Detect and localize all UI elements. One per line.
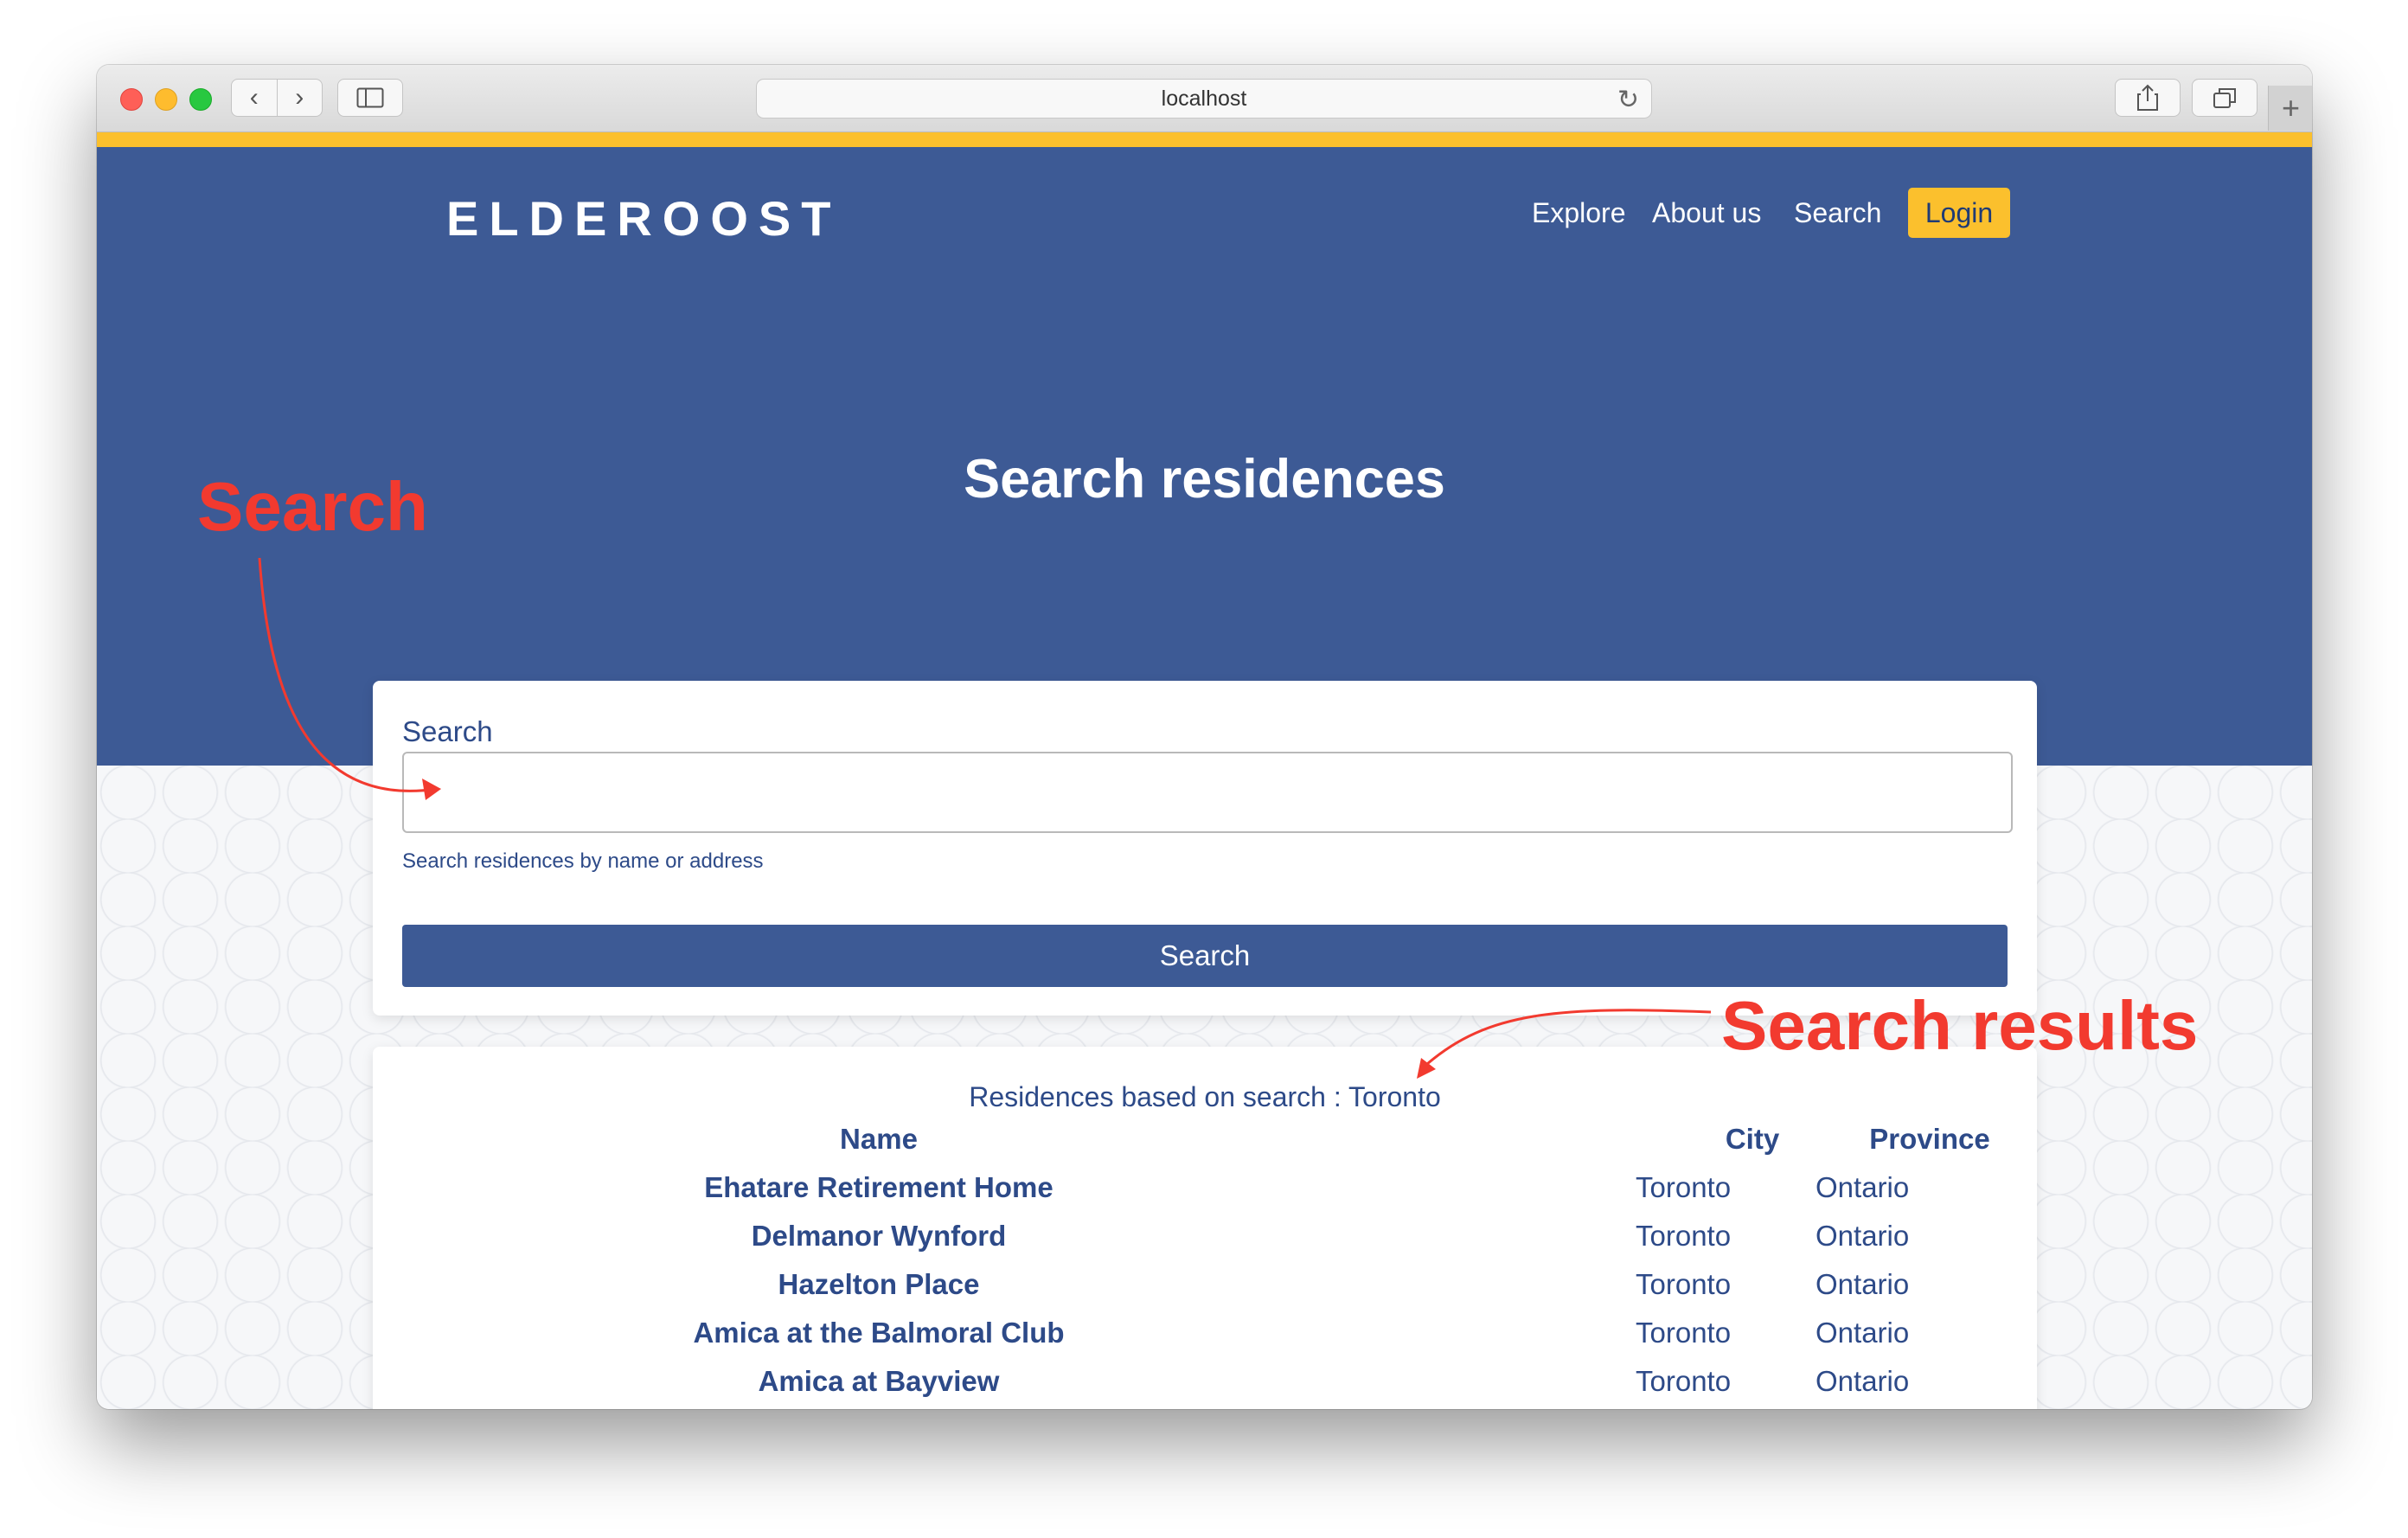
chevron-right-icon[interactable]: › xyxy=(278,80,323,116)
chevron-left-icon[interactable]: ‹ xyxy=(232,80,278,116)
web-page: ELDEROOST Explore About us Search Login … xyxy=(97,132,2312,1409)
accent-strip xyxy=(97,132,2312,147)
residence-name-link[interactable]: Amica at Bayview xyxy=(602,1365,1156,1398)
residence-city: Toronto xyxy=(1636,1268,1732,1300)
plus-icon[interactable]: + xyxy=(2268,86,2312,131)
hero-banner: ELDEROOST Explore About us Search Login … xyxy=(97,147,2312,766)
nav-search-link[interactable]: Search xyxy=(1794,197,1881,229)
residence-city: Toronto xyxy=(1636,1171,1732,1203)
sidebar-icon xyxy=(356,87,384,108)
search-card: Search Search residences by name or addr… xyxy=(373,681,2037,1016)
annotation-search: Search xyxy=(197,468,428,545)
residence-city: Toronto xyxy=(1636,1365,1732,1397)
browser-toolbar: ‹ › localhost ↻ + xyxy=(97,65,2312,132)
residence-name-link[interactable]: Amica at the Balmoral Club xyxy=(602,1317,1156,1349)
column-header-province: Province xyxy=(1869,1123,1990,1155)
browser-window: ‹ › localhost ↻ + ELDEROOST Explore Abou… xyxy=(97,65,2312,1409)
column-header-city: City xyxy=(1725,1123,1780,1155)
history-nav: ‹ › xyxy=(231,79,323,117)
close-window-button[interactable] xyxy=(120,88,143,111)
search-helper-text: Search residences by name or address xyxy=(402,849,764,873)
nav-explore-link[interactable]: Explore xyxy=(1532,197,1626,229)
zoom-window-button[interactable] xyxy=(189,88,212,111)
minimize-window-button[interactable] xyxy=(155,88,177,111)
annotation-search-results: Search results xyxy=(1721,987,2199,1064)
results-heading: Residences based on search : Toronto xyxy=(969,1081,1441,1112)
residence-province: Ontario xyxy=(1816,1220,1910,1252)
residence-province: Ontario xyxy=(1816,1317,1910,1349)
site-logo[interactable]: ELDEROOST xyxy=(446,190,841,247)
residence-city: Toronto xyxy=(1636,1220,1732,1252)
share-icon xyxy=(2137,84,2158,111)
tabs-icon xyxy=(2213,88,2236,108)
residence-province: Ontario xyxy=(1816,1365,1910,1397)
residence-name-link[interactable]: Ehatare Retirement Home xyxy=(602,1171,1156,1204)
residence-name-link[interactable]: Delmanor Wynford xyxy=(602,1220,1156,1253)
show-tabs-button[interactable] xyxy=(2192,79,2258,117)
results-card: Residences based on search : Toronto Nam… xyxy=(373,1047,2037,1409)
residence-name-link[interactable]: Hazelton Place xyxy=(602,1268,1156,1301)
sidebar-toggle-button[interactable] xyxy=(337,79,403,117)
login-button[interactable]: Login xyxy=(1908,188,2010,238)
reload-icon[interactable]: ↻ xyxy=(1617,85,1639,115)
search-field-label: Search xyxy=(402,715,493,747)
nav-about-link[interactable]: About us xyxy=(1652,197,1761,229)
share-button[interactable] xyxy=(2115,79,2181,117)
page-title: Search residences xyxy=(964,449,1445,509)
search-submit-button[interactable]: Search xyxy=(402,925,2008,987)
residence-province: Ontario xyxy=(1816,1171,1910,1203)
column-header-name: Name xyxy=(840,1123,918,1155)
residence-city: Toronto xyxy=(1636,1317,1732,1349)
search-input[interactable] xyxy=(402,752,2013,833)
address-bar[interactable]: localhost ↻ xyxy=(756,79,1652,119)
url-text: localhost xyxy=(1161,86,1247,111)
residence-province: Ontario xyxy=(1816,1268,1910,1300)
